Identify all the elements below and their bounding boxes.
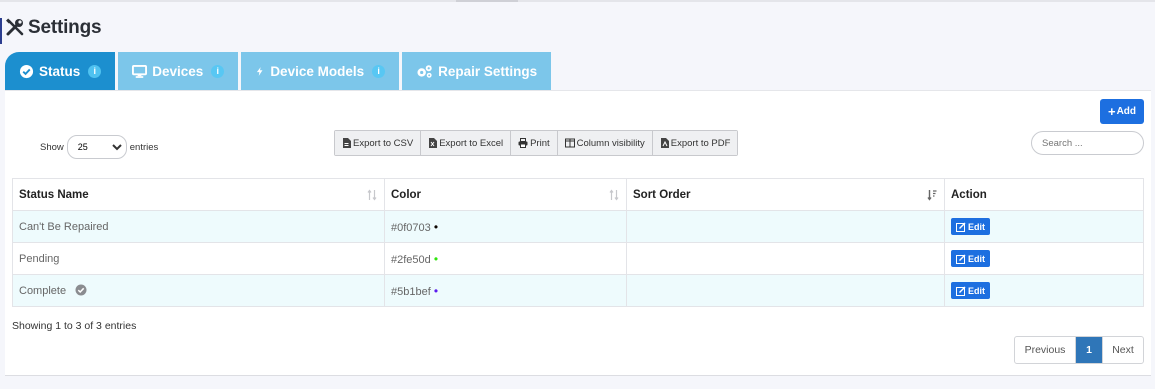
table-row: Pending #2fe50d • Edit xyxy=(12,242,1144,275)
edit-icon xyxy=(956,222,966,232)
page-title: Settings xyxy=(28,17,102,38)
color-dot: • xyxy=(433,283,439,298)
action-cell: Edit xyxy=(944,274,1144,307)
sort-desc-icon xyxy=(927,190,937,201)
column-header-action: Action xyxy=(944,178,1144,211)
page-length-control: Show 25 entries xyxy=(40,135,158,159)
edit-button[interactable]: Edit xyxy=(951,250,990,267)
print-icon xyxy=(518,138,528,148)
entries-label: entries xyxy=(129,141,159,153)
tab-devices[interactable]: Devices i xyxy=(118,52,239,90)
column-header-label: Action xyxy=(951,188,987,201)
sort-order-cell xyxy=(626,242,945,275)
monitor-icon xyxy=(132,64,148,78)
sort-icon xyxy=(367,189,377,201)
page-length-select[interactable]: 25 xyxy=(66,135,127,159)
tab-repair-settings[interactable]: Repair Settings xyxy=(402,52,552,90)
top-border xyxy=(0,0,1155,2)
page-header: Settings xyxy=(5,15,102,41)
column-header-label: Status Name xyxy=(19,188,89,201)
next-page-button[interactable]: Next xyxy=(1102,337,1143,363)
bolt-icon xyxy=(257,66,263,76)
tab-label: Devices xyxy=(152,63,204,79)
file-pdf-icon xyxy=(660,138,669,148)
left-accent-bar xyxy=(0,18,2,44)
info-icon[interactable]: i xyxy=(88,64,102,78)
search-input[interactable] xyxy=(1031,131,1144,155)
column-header-label: Color xyxy=(391,188,422,201)
column-visibility-button[interactable]: Column visibility xyxy=(557,131,653,155)
color-cell: #2fe50d • xyxy=(384,242,627,275)
color-dot: • xyxy=(433,251,439,266)
color-value: #0f0703 xyxy=(391,221,431,234)
export-excel-label: Export to Excel xyxy=(439,137,504,149)
export-excel-button[interactable]: Export to Excel xyxy=(421,131,512,155)
info-icon[interactable]: i xyxy=(372,64,386,78)
plus-icon: + xyxy=(1107,104,1116,119)
status-name: Can't Be Repaired xyxy=(19,220,109,233)
status-name-cell: Can't Be Repaired xyxy=(12,210,385,243)
edit-button[interactable]: Edit xyxy=(951,218,990,235)
column-header-sort-order[interactable]: Sort Order xyxy=(626,178,945,211)
table-row: Complete #5b1bef • Edit xyxy=(12,274,1144,307)
color-cell: #0f0703 • xyxy=(384,210,627,243)
color-dot: • xyxy=(433,219,439,234)
status-table: Status Name Color Sort Order Action Can'… xyxy=(12,178,1144,307)
tab-label: Status xyxy=(39,63,81,79)
sort-order-cell xyxy=(626,274,945,307)
edit-button-label: Edit xyxy=(968,221,985,232)
table-info: Showing 1 to 3 of 3 entries xyxy=(12,320,137,332)
settings-tabs: Status i Devices i Device Models i Repai… xyxy=(5,52,554,90)
tab-status[interactable]: Status i xyxy=(5,52,116,90)
tools-icon xyxy=(6,18,24,36)
columns-icon xyxy=(564,138,575,148)
export-csv-button[interactable]: Export to CSV xyxy=(335,131,422,155)
export-csv-label: Export to CSV xyxy=(353,137,414,149)
table-header-row: Status Name Color Sort Order Action xyxy=(12,178,1144,211)
add-button[interactable]: + Add xyxy=(1100,99,1144,124)
previous-page-button[interactable]: Previous xyxy=(1015,337,1076,363)
color-value: #2fe50d xyxy=(391,253,431,266)
edit-icon xyxy=(956,286,966,296)
add-button-label: Add xyxy=(1116,106,1137,117)
edit-button-label: Edit xyxy=(968,253,985,264)
info-icon[interactable]: i xyxy=(211,64,225,78)
status-name-cell: Complete xyxy=(12,274,385,307)
column-header-label: Sort Order xyxy=(633,188,691,201)
color-cell: #5b1bef • xyxy=(384,274,627,307)
sort-order-cell xyxy=(626,210,945,243)
print-label: Print xyxy=(530,137,550,149)
status-name: Complete xyxy=(19,285,67,297)
export-pdf-button[interactable]: Export to PDF xyxy=(652,131,738,155)
export-pdf-label: Export to PDF xyxy=(670,137,731,149)
edit-button[interactable]: Edit xyxy=(951,282,990,299)
tab-panel: + Add Show 25 entries Export to CSV Expo… xyxy=(5,90,1151,376)
edit-button-label: Edit xyxy=(968,285,985,296)
column-header-color[interactable]: Color xyxy=(384,178,627,211)
show-label: Show xyxy=(40,141,64,153)
file-csv-icon xyxy=(343,138,351,148)
action-cell: Edit xyxy=(944,242,1144,275)
check-circle-icon xyxy=(75,284,87,296)
print-button[interactable]: Print xyxy=(511,131,558,155)
tab-device-models[interactable]: Device Models i xyxy=(241,52,400,90)
gears-icon xyxy=(417,64,432,78)
edit-icon xyxy=(956,254,966,264)
sort-icon xyxy=(609,189,619,201)
status-name: Pending xyxy=(19,252,60,265)
column-header-status-name[interactable]: Status Name xyxy=(12,178,385,211)
status-name-cell: Pending xyxy=(12,242,385,275)
column-visibility-label: Column visibility xyxy=(576,137,645,149)
tab-label: Device Models xyxy=(270,63,365,79)
pagination: Previous 1 Next xyxy=(1014,336,1144,364)
action-cell: Edit xyxy=(944,210,1144,243)
page-1-button[interactable]: 1 xyxy=(1076,337,1102,363)
color-value: #5b1bef xyxy=(391,285,431,298)
table-row: Can't Be Repaired #0f0703 • Edit xyxy=(12,210,1144,243)
tab-label: Repair Settings xyxy=(438,63,538,79)
top-notch xyxy=(456,0,518,2)
file-excel-icon xyxy=(429,138,438,148)
check-circle-icon xyxy=(19,64,34,78)
export-button-group: Export to CSV Export to Excel Print Colu… xyxy=(334,130,739,156)
